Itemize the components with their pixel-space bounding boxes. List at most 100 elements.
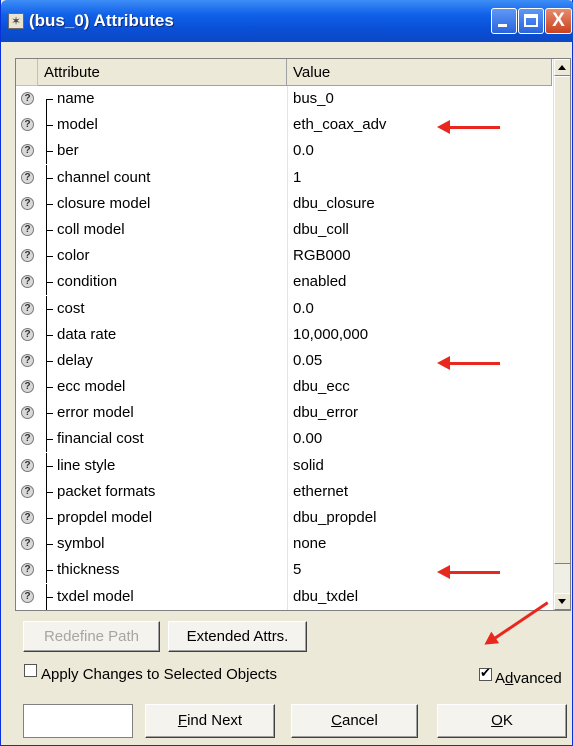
attribute-name: financial cost [57,430,144,448]
attribute-value[interactable]: dbu_error [293,400,358,426]
table-row[interactable]: ? channel count 1 [16,164,552,191]
attribute-value[interactable]: 0.0 [293,138,314,164]
attribute-value[interactable]: RGB000 [293,243,351,269]
help-icon[interactable]: ? [21,170,34,184]
help-icon[interactable]: ? [21,589,34,603]
attribute-value[interactable]: ethernet [293,479,348,505]
help-icon[interactable]: ? [21,249,34,263]
help-icon[interactable]: ? [21,144,34,158]
tree-connector [43,164,55,191]
attribute-value[interactable]: 1 [293,165,301,191]
attribute-value[interactable]: dbu_closure [293,191,375,217]
table-row[interactable]: ? closure model dbu_closure [16,190,552,217]
attribute-name: channel count [57,168,151,186]
header-value[interactable]: Value [287,59,552,86]
vertical-scrollbar[interactable] [553,59,570,610]
header-attribute[interactable]: Attribute [38,59,287,86]
column-separator [287,86,288,113]
scroll-down-button[interactable] [554,593,570,610]
help-icon[interactable]: ? [21,537,34,551]
attribute-value[interactable]: 10,000,000 [293,322,368,348]
apply-changes-label[interactable]: Apply Changes to Selected Objects [41,666,277,683]
tree-connector [43,374,55,401]
app-icon: ✶ [8,13,24,29]
table-row[interactable]: ? coll model dbu_coll [16,216,552,244]
ok-button[interactable]: OK [437,704,567,738]
attribute-value[interactable]: none [293,531,326,557]
help-icon[interactable]: ? [21,511,34,524]
column-separator [287,347,288,375]
table-row[interactable]: ? ecc model dbu_ecc [16,374,552,401]
window-title: (bus_0) Attributes [29,11,174,30]
tree-connector [43,321,55,348]
maximize-button[interactable] [518,8,544,34]
attribute-value[interactable]: dbu_coll [293,217,349,243]
tree-connector [43,269,55,296]
table-row[interactable]: ? delay 0.05 [16,347,552,375]
attribute-name: error model [57,404,134,422]
table-row[interactable]: ? ber 0.0 [16,138,552,165]
scroll-up-button[interactable] [554,59,570,76]
ok-mnemonic: O [491,712,503,729]
attribute-value[interactable]: dbu_ecc [293,374,350,400]
attribute-value[interactable]: dbu_propdel [293,505,376,531]
attribute-value[interactable]: 5 [293,557,301,583]
attribute-value[interactable]: 0.00 [293,426,322,452]
table-row[interactable]: ? financial cost 0.00 [16,426,552,453]
table-row[interactable]: ? error model dbu_error [16,400,552,427]
table-row[interactable]: ? name bus_0 [16,86,552,113]
tree-connector [43,426,55,453]
find-input[interactable] [23,704,133,738]
help-icon[interactable]: ? [21,380,34,394]
scroll-thumb[interactable] [554,76,570,564]
table-row[interactable]: ? data rate 10,000,000 [16,321,552,348]
table-row[interactable]: ? propdel model dbu_propdel [16,505,552,532]
attribute-value[interactable]: solid [293,453,324,479]
attribute-value[interactable]: 0.05 [293,348,322,374]
attribute-table[interactable]: Attribute Value ? name bus_0? model eth_coax… [15,58,571,611]
help-icon[interactable]: ? [21,196,34,210]
help-icon[interactable]: ? [21,275,34,289]
cancel-button[interactable]: Cancel [291,704,418,738]
attribute-value[interactable]: dbu_txdel [293,584,358,610]
attribute-value[interactable]: enabled [293,269,346,295]
attribute-value[interactable]: eth_coax_adv [293,112,386,138]
minimize-button[interactable] [491,8,517,34]
redefine-path-button[interactable]: Redefine Path [23,621,160,652]
table-row[interactable]: ? cost 0.0 [16,295,552,322]
attribute-name: ber [57,142,79,160]
table-row[interactable]: ? condition enabled [16,269,552,296]
help-icon[interactable]: ? [21,458,34,472]
column-separator [287,583,288,610]
apply-changes-checkbox[interactable] [24,664,37,677]
table-row[interactable]: ? symbol none [16,531,552,558]
close-button[interactable]: X [545,8,572,34]
attribute-name: closure model [57,194,151,212]
table-row[interactable]: ? txdel model dbu_txdel [16,583,552,610]
title-bar[interactable]: ✶ (bus_0) Attributes X [1,0,573,42]
help-icon[interactable]: ? [21,484,34,498]
help-icon[interactable]: ? [21,353,34,367]
table-row[interactable]: ? line style solid [16,452,552,479]
find-next-mnemonic: F [177,712,188,729]
column-separator [287,374,288,401]
attribute-name: coll model [57,220,125,238]
find-next-button[interactable]: Find Next [145,704,275,738]
advanced-checkbox[interactable] [479,665,492,681]
tree-connector [43,138,55,165]
help-icon[interactable]: ? [21,301,34,315]
table-row[interactable]: ? color RGB000 [16,243,552,270]
extended-attrs-button[interactable]: Extended Attrs. [168,621,307,652]
help-icon[interactable]: ? [21,92,34,105]
help-icon[interactable]: ? [21,118,34,132]
help-icon[interactable]: ? [21,327,34,341]
help-icon[interactable]: ? [21,406,34,420]
tree-connector [43,295,55,322]
advanced-label[interactable]: Advanced [495,670,562,687]
attribute-value[interactable]: 0.0 [293,296,314,322]
help-icon[interactable]: ? [21,222,34,236]
help-icon[interactable]: ? [21,563,34,577]
help-icon[interactable]: ? [21,432,34,446]
attribute-value[interactable]: bus_0 [293,86,334,112]
table-row[interactable]: ? packet formats ethernet [16,478,552,505]
